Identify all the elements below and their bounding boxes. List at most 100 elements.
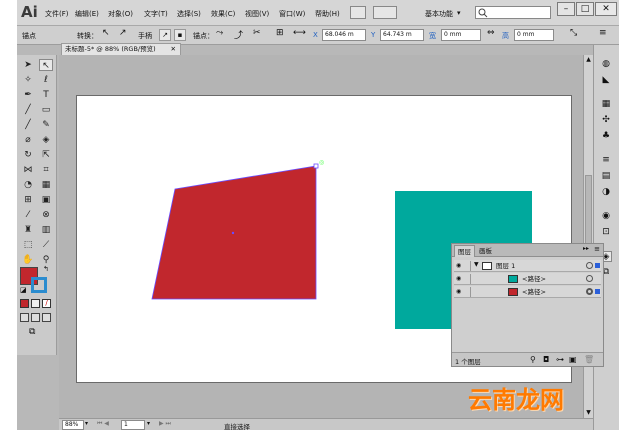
width-field[interactable]: 0 mm bbox=[441, 29, 481, 41]
symbol-sprayer-icon[interactable]: ♜ bbox=[21, 224, 35, 236]
artboard-tool-icon[interactable]: ⬚ bbox=[21, 239, 35, 251]
rotate-tool-icon[interactable]: ↻ bbox=[21, 149, 35, 161]
height-field[interactable]: 0 mm bbox=[514, 29, 554, 41]
layer-row[interactable]: ◉ <路径> bbox=[454, 273, 601, 285]
graphic-styles-icon[interactable]: ⊡ bbox=[600, 227, 612, 238]
graph-tool-icon[interactable]: ▥ bbox=[39, 224, 53, 236]
slice-tool-icon[interactable]: ⟋ bbox=[39, 239, 53, 251]
scroll-down-icon[interactable]: ▼ bbox=[585, 409, 592, 416]
color-mode-icon[interactable] bbox=[20, 299, 29, 308]
menu-help[interactable]: 帮助(H) bbox=[315, 9, 340, 19]
brushes-panel-icon[interactable]: ✣ bbox=[600, 115, 612, 126]
convert-smooth-icon[interactable]: ↗ bbox=[119, 28, 127, 38]
draw-inside-icon[interactable] bbox=[42, 313, 51, 322]
lasso-tool-icon[interactable]: ℓ bbox=[39, 74, 53, 86]
document-tab[interactable]: 未标题-5* @ 88% (RGB/预览) ✕ bbox=[61, 43, 181, 55]
paintbrush-icon[interactable]: ╱ bbox=[21, 119, 35, 131]
isolate-icon[interactable]: ⤡ bbox=[570, 28, 577, 38]
menu-select[interactable]: 选择(S) bbox=[177, 9, 201, 19]
remove-anchor-icon[interactable]: ⤳ bbox=[216, 28, 223, 38]
selection-indicator[interactable] bbox=[595, 289, 600, 294]
menu-type[interactable]: 文字(T) bbox=[144, 9, 168, 19]
convert-corner-icon[interactable]: ↖ bbox=[102, 28, 110, 38]
target-icon[interactable] bbox=[586, 288, 593, 295]
workspace-switcher[interactable]: 基本功能 bbox=[425, 9, 453, 19]
layer-row[interactable]: ◉ ▼ 图层 1 bbox=[454, 260, 601, 272]
make-clipping-mask-icon[interactable]: ◘ bbox=[543, 355, 549, 364]
y-field[interactable]: 64.743 m bbox=[380, 29, 424, 41]
panel-menu-icon[interactable]: ≡ bbox=[594, 245, 600, 253]
shape-builder-icon[interactable]: ◔ bbox=[21, 179, 35, 191]
draw-behind-icon[interactable] bbox=[31, 313, 40, 322]
selection-tool-icon[interactable]: ➤ bbox=[21, 59, 35, 71]
hand-tool-icon[interactable]: ✋ bbox=[21, 254, 35, 266]
perspective-grid-icon[interactable]: ▦ bbox=[39, 179, 53, 191]
menu-view[interactable]: 视图(V) bbox=[245, 9, 269, 19]
show-handles-button[interactable]: ↗ bbox=[159, 29, 171, 41]
x-field[interactable]: 68.046 m bbox=[322, 29, 366, 41]
gradient-panel-icon[interactable]: ▤ bbox=[600, 171, 612, 182]
align-grid-icon[interactable]: ⊞ bbox=[276, 28, 284, 38]
locate-object-icon[interactable]: ⚲ bbox=[530, 355, 536, 364]
appearance-panel-icon[interactable]: ◉ bbox=[600, 211, 612, 222]
menu-window[interactable]: 窗口(W) bbox=[279, 9, 305, 19]
screen-mode-icon[interactable]: ⧉ bbox=[29, 327, 35, 337]
menu-effect[interactable]: 效果(C) bbox=[211, 9, 235, 19]
menu-edit[interactable]: 编辑(E) bbox=[75, 9, 99, 19]
artboard-dropdown-icon[interactable]: ▾ bbox=[147, 420, 150, 427]
close-button[interactable]: ✕ bbox=[595, 2, 617, 16]
eyedropper-icon[interactable]: ⁄ bbox=[21, 209, 35, 221]
collapse-panel-icon[interactable]: ▸▸ bbox=[583, 245, 589, 252]
artboard-number-field[interactable]: 1 bbox=[121, 420, 145, 430]
cut-path-icon[interactable]: ✂ bbox=[253, 28, 261, 38]
rectangle-tool-icon[interactable]: ▭ bbox=[39, 104, 53, 116]
hide-handles-button[interactable]: ▪ bbox=[174, 29, 186, 41]
eraser-tool-icon[interactable]: ◈ bbox=[39, 134, 53, 146]
expand-arrow-icon[interactable]: ▼ bbox=[474, 261, 479, 268]
chevron-down-icon[interactable]: ▾ bbox=[457, 9, 461, 17]
first-artboard-icon[interactable]: ⏮ ◀ bbox=[97, 420, 109, 428]
selection-indicator[interactable] bbox=[595, 263, 600, 268]
scale-tool-icon[interactable]: ⇱ bbox=[39, 149, 53, 161]
default-colors-icon[interactable]: ◪ bbox=[20, 286, 27, 294]
search-input[interactable] bbox=[475, 6, 551, 19]
new-layer-icon[interactable]: ▣ bbox=[569, 355, 577, 364]
pencil-tool-icon[interactable]: ✎ bbox=[39, 119, 53, 131]
panel-menu-icon[interactable]: ≡ bbox=[599, 28, 607, 38]
menu-file[interactable]: 文件(F) bbox=[45, 9, 69, 19]
swap-colors-icon[interactable]: ↰ bbox=[43, 265, 49, 273]
transparency-panel-icon[interactable]: ◑ bbox=[600, 187, 612, 198]
new-sublayer-icon[interactable]: ⊶ bbox=[556, 355, 564, 364]
arrange-documents-button[interactable] bbox=[373, 6, 397, 19]
direct-selection-tool-icon[interactable]: ↖ bbox=[39, 59, 53, 71]
transform-icon[interactable]: ⟷ bbox=[293, 28, 306, 38]
minimize-button[interactable]: – bbox=[557, 2, 575, 16]
zoom-dropdown-icon[interactable]: ▾ bbox=[85, 420, 88, 427]
visibility-eye-icon[interactable]: ◉ bbox=[456, 275, 464, 283]
pen-tool-icon[interactable]: ✒ bbox=[21, 89, 35, 101]
none-mode-icon[interactable]: / bbox=[42, 299, 51, 308]
menu-object[interactable]: 对象(O) bbox=[108, 9, 133, 19]
magic-wand-icon[interactable]: ✧ bbox=[21, 74, 35, 86]
scroll-up-icon[interactable]: ▲ bbox=[585, 56, 592, 63]
last-artboard-icon[interactable]: ▶ ⏭ bbox=[159, 420, 171, 428]
target-icon[interactable] bbox=[586, 262, 593, 269]
connect-anchor-icon[interactable]: ⤴ bbox=[234, 28, 243, 41]
blend-tool-icon[interactable]: ⊗ bbox=[39, 209, 53, 221]
draw-normal-icon[interactable] bbox=[20, 313, 29, 322]
gradient-tool-icon[interactable]: ▣ bbox=[39, 194, 53, 206]
line-tool-icon[interactable]: ╱ bbox=[21, 104, 35, 116]
color-panel-icon[interactable]: ◍ bbox=[600, 59, 612, 70]
anchor-point[interactable] bbox=[313, 163, 319, 169]
blob-brush-icon[interactable]: ⌀ bbox=[21, 134, 35, 146]
close-tab-icon[interactable]: ✕ bbox=[171, 44, 176, 55]
mesh-tool-icon[interactable]: ⊞ bbox=[21, 194, 35, 206]
delete-icon[interactable]: 🗑 bbox=[584, 355, 594, 364]
free-transform-icon[interactable]: ⌗ bbox=[39, 164, 53, 176]
visibility-eye-icon[interactable]: ◉ bbox=[456, 288, 464, 296]
symbols-panel-icon[interactable]: ♣ bbox=[600, 131, 612, 142]
link-proportions-icon[interactable]: ⇔ bbox=[487, 28, 495, 38]
type-tool-icon[interactable]: T bbox=[39, 89, 53, 101]
zoom-field[interactable]: 88% bbox=[62, 420, 84, 430]
tab-artboards[interactable]: 画板 bbox=[476, 245, 495, 257]
